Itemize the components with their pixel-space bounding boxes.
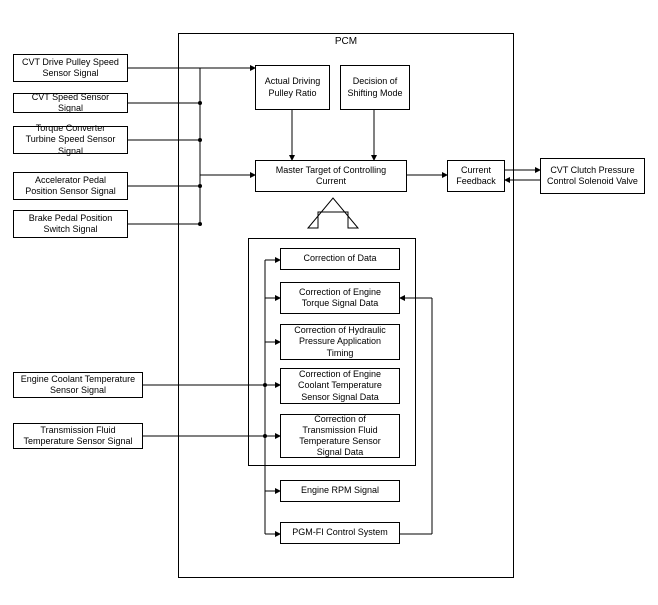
label: Current Feedback [454, 165, 498, 188]
label: CVT Drive Pulley Speed Sensor Signal [20, 57, 121, 80]
label: Actual Driving Pulley Ratio [262, 76, 323, 99]
current-feedback: Current Feedback [447, 160, 505, 192]
correction-coolant: Correction of Engine Coolant Temperature… [280, 368, 400, 404]
input-torque-converter: Torque Converter Turbine Speed Sensor Si… [13, 126, 128, 154]
correction-hydraulic: Correction of Hydraulic Pressure Applica… [280, 324, 400, 360]
pgm-fi-control: PGM-FI Control System [280, 522, 400, 544]
actual-driving-ratio: Actual Driving Pulley Ratio [255, 65, 330, 110]
label: PGM-FI Control System [292, 527, 388, 538]
diagram-canvas: PCM CVT Drive Pulley Speed Sensor Signal… [0, 0, 658, 605]
label: Correction of Engine Torque Signal Data [287, 287, 393, 310]
pcm-label: PCM [178, 36, 514, 47]
label: Correction of Engine Coolant Temperature… [287, 369, 393, 403]
label: Torque Converter Turbine Speed Sensor Si… [20, 123, 121, 157]
label: Engine RPM Signal [301, 485, 379, 496]
correction-torque: Correction of Engine Torque Signal Data [280, 282, 400, 314]
label: Correction of Data [303, 253, 376, 264]
master-target: Master Target of Controlling Current [255, 160, 407, 192]
input-engine-coolant: Engine Coolant Temperature Sensor Signal [13, 372, 143, 398]
label: Correction of Hydraulic Pressure Applica… [287, 325, 393, 359]
label: Transmission Fluid Temperature Sensor Si… [20, 425, 136, 448]
engine-rpm-signal: Engine RPM Signal [280, 480, 400, 502]
label: CVT Speed Sensor Signal [20, 92, 121, 115]
label: CVT Clutch Pressure Control Solenoid Val… [547, 165, 638, 188]
label: Accelerator Pedal Position Sensor Signal [20, 175, 121, 198]
input-trans-fluid: Transmission Fluid Temperature Sensor Si… [13, 423, 143, 449]
cvt-clutch-valve: CVT Clutch Pressure Control Solenoid Val… [540, 158, 645, 194]
label: Decision of Shifting Mode [347, 76, 403, 99]
label: Correction of Transmission Fluid Tempera… [287, 414, 393, 459]
label: Engine Coolant Temperature Sensor Signal [20, 374, 136, 397]
label: Master Target of Controlling Current [262, 165, 400, 188]
decision-shifting-mode: Decision of Shifting Mode [340, 65, 410, 110]
correction-data: Correction of Data [280, 248, 400, 270]
input-cvt-drive-pulley: CVT Drive Pulley Speed Sensor Signal [13, 54, 128, 82]
input-brake: Brake Pedal Position Switch Signal [13, 210, 128, 238]
input-accelerator: Accelerator Pedal Position Sensor Signal [13, 172, 128, 200]
input-cvt-speed: CVT Speed Sensor Signal [13, 93, 128, 113]
correction-trans-fluid: Correction of Transmission Fluid Tempera… [280, 414, 400, 458]
label: Brake Pedal Position Switch Signal [20, 213, 121, 236]
